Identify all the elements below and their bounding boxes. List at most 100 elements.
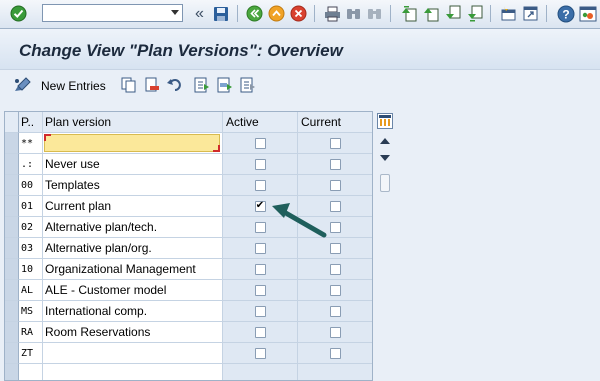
plan-version-key-cell[interactable]: ZT <box>19 343 43 364</box>
plan-version-key-cell[interactable]: 03 <box>19 238 43 259</box>
required-field-marker[interactable] <box>44 134 220 152</box>
scroll-down-icon[interactable] <box>380 155 390 161</box>
select-all-rows-button[interactable] <box>5 112 19 133</box>
active-checkbox[interactable] <box>254 158 266 170</box>
plan-version-text-cell[interactable]: International comp. <box>43 301 223 322</box>
plan-version-text-cell[interactable] <box>43 364 223 380</box>
scroll-up-icon[interactable] <box>380 138 390 144</box>
column-header-p[interactable]: P.. <box>19 112 43 133</box>
customize-layout-icon[interactable] <box>578 4 597 23</box>
row-selector[interactable] <box>5 238 19 259</box>
row-selector[interactable] <box>5 196 19 217</box>
current-checkbox[interactable] <box>330 242 341 254</box>
plan-version-text-cell[interactable]: Templates <box>43 175 223 196</box>
active-cell <box>223 175 298 196</box>
last-page-icon[interactable] <box>465 4 484 23</box>
plan-version-text-cell[interactable]: Current plan <box>43 196 223 217</box>
current-checkbox[interactable] <box>330 326 341 338</box>
active-checkbox[interactable] <box>254 347 266 359</box>
row-selector[interactable] <box>5 322 19 343</box>
current-checkbox[interactable] <box>330 347 341 359</box>
plan-version-text-cell[interactable]: ALE - Customer model <box>43 280 223 301</box>
current-checkbox[interactable] <box>330 137 341 149</box>
row-selector[interactable] <box>5 259 19 280</box>
plan-version-text-cell[interactable] <box>43 343 223 364</box>
current-checkbox[interactable] <box>330 284 341 296</box>
current-cell <box>298 322 372 343</box>
row-selector[interactable] <box>5 280 19 301</box>
plan-version-input[interactable] <box>43 133 223 154</box>
scrollbar-thumb[interactable] <box>380 174 390 192</box>
toolbar-separator <box>237 5 238 22</box>
enter-icon[interactable] <box>9 4 28 23</box>
find-next-icon[interactable] <box>365 4 384 23</box>
table-row: 10 Organizational Management <box>5 259 372 280</box>
row-selector[interactable] <box>5 133 19 154</box>
plan-version-key-cell[interactable] <box>19 364 43 380</box>
save-icon[interactable] <box>211 4 230 23</box>
active-checkbox[interactable] <box>254 305 266 317</box>
exit-icon[interactable] <box>267 4 286 23</box>
column-header-current[interactable]: Current <box>298 112 372 133</box>
plan-version-key-cell[interactable]: .: <box>19 154 43 175</box>
copy-as-icon[interactable] <box>121 77 137 96</box>
plan-version-text-cell[interactable]: Never use <box>43 154 223 175</box>
column-header-active[interactable]: Active <box>223 112 298 133</box>
row-selector[interactable] <box>5 364 19 380</box>
green-back-icon[interactable] <box>245 4 264 23</box>
first-page-icon[interactable] <box>399 4 418 23</box>
previous-page-icon[interactable] <box>421 4 440 23</box>
command-field[interactable] <box>42 4 183 22</box>
active-checkbox[interactable] <box>254 137 266 149</box>
active-checkbox[interactable]: ✔ <box>254 200 266 212</box>
delete-icon[interactable] <box>144 77 160 96</box>
back-icon[interactable]: « <box>190 4 209 23</box>
plan-version-text-cell[interactable]: Room Reservations <box>43 322 223 343</box>
plan-version-key-cell[interactable]: 02 <box>19 217 43 238</box>
active-checkbox[interactable] <box>254 326 266 338</box>
plan-version-text-cell[interactable]: Organizational Management <box>43 259 223 280</box>
row-selector[interactable] <box>5 175 19 196</box>
active-checkbox[interactable] <box>254 179 266 191</box>
select-all-icon[interactable] <box>194 77 210 96</box>
active-checkbox[interactable] <box>254 284 266 296</box>
display-change-icon[interactable] <box>13 77 31 96</box>
find-icon[interactable] <box>344 4 363 23</box>
row-selector[interactable] <box>5 301 19 322</box>
active-checkbox[interactable] <box>254 263 266 275</box>
active-checkbox[interactable] <box>254 221 266 233</box>
current-checkbox[interactable] <box>330 263 341 275</box>
current-checkbox[interactable] <box>330 179 341 191</box>
select-block-icon[interactable] <box>217 77 233 96</box>
column-header-plan-version[interactable]: Plan version <box>43 112 223 133</box>
next-page-icon[interactable] <box>443 4 462 23</box>
current-checkbox[interactable] <box>330 305 341 317</box>
deselect-all-icon[interactable] <box>240 77 256 96</box>
cancel-icon[interactable] <box>289 4 308 23</box>
plan-version-key-cell[interactable]: 00 <box>19 175 43 196</box>
shortcut-icon[interactable] <box>521 4 540 23</box>
new-entries-button[interactable]: New Entries <box>41 79 106 93</box>
plan-version-text-cell[interactable]: Alternative plan/org. <box>43 238 223 259</box>
print-icon[interactable] <box>323 4 342 23</box>
undo-change-icon[interactable] <box>167 77 183 96</box>
row-selector[interactable] <box>5 154 19 175</box>
plan-version-key-cell[interactable]: MS <box>19 301 43 322</box>
active-checkbox[interactable] <box>254 242 266 254</box>
plan-version-text-cell[interactable]: Alternative plan/tech. <box>43 217 223 238</box>
plan-version-key-cell[interactable]: RA <box>19 322 43 343</box>
current-cell <box>298 364 372 380</box>
row-selector[interactable] <box>5 343 19 364</box>
current-checkbox[interactable] <box>330 158 341 170</box>
current-checkbox[interactable] <box>330 200 341 212</box>
plan-version-key-cell[interactable]: 10 <box>19 259 43 280</box>
plan-version-key-cell[interactable]: ** <box>19 133 43 154</box>
new-session-icon[interactable] <box>499 4 518 23</box>
chevron-down-icon[interactable] <box>171 10 179 15</box>
plan-version-key-cell[interactable]: 01 <box>19 196 43 217</box>
row-selector[interactable] <box>5 217 19 238</box>
help-icon[interactable]: ? <box>556 4 575 23</box>
plan-version-key-cell[interactable]: AL <box>19 280 43 301</box>
current-checkbox[interactable] <box>330 221 341 233</box>
table-settings-icon[interactable] <box>377 113 393 129</box>
